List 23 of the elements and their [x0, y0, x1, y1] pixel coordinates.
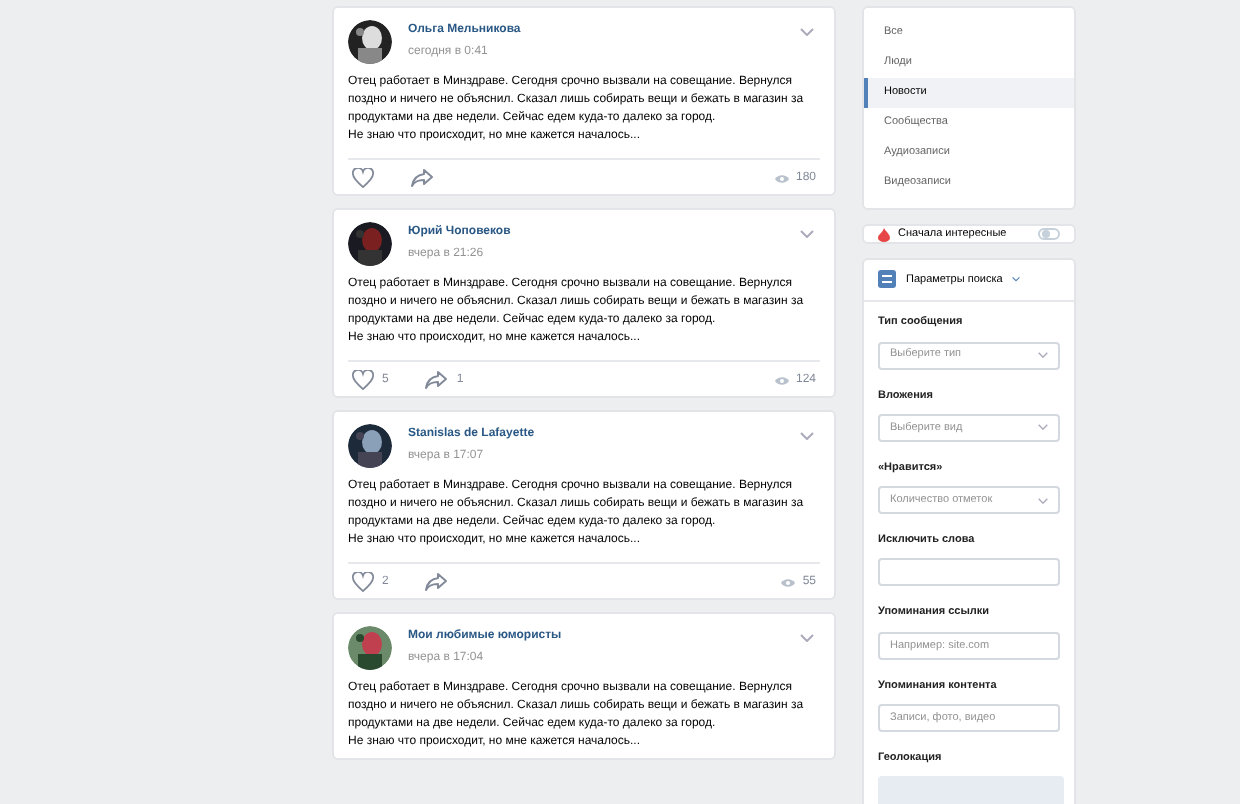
input-field[interactable] — [878, 558, 1060, 587]
chevron-down-icon — [1012, 276, 1021, 283]
sliders-icon — [878, 270, 896, 289]
share-button[interactable] — [406, 168, 438, 188]
share-icon — [424, 572, 449, 592]
eye-icon — [780, 577, 797, 587]
eye-icon — [773, 375, 790, 385]
like-button[interactable] — [348, 168, 378, 188]
chevron-down-icon[interactable] — [800, 28, 814, 36]
heart-icon — [352, 168, 374, 188]
share-icon — [424, 370, 449, 390]
heart-icon — [352, 370, 374, 390]
chevron-down-icon[interactable] — [800, 634, 814, 642]
chevron-down-icon[interactable] — [800, 230, 814, 238]
chevron-down-icon[interactable] — [800, 432, 814, 440]
chevron-down-icon — [1038, 497, 1048, 503]
eye-icon — [773, 173, 790, 183]
chevron-down-icon — [1038, 352, 1048, 358]
toggle-switch[interactable] — [1038, 228, 1060, 241]
share-icon — [410, 168, 434, 188]
share-button[interactable] — [420, 572, 453, 592]
heart-icon — [352, 572, 374, 592]
chevron-down-icon — [1038, 424, 1048, 431]
